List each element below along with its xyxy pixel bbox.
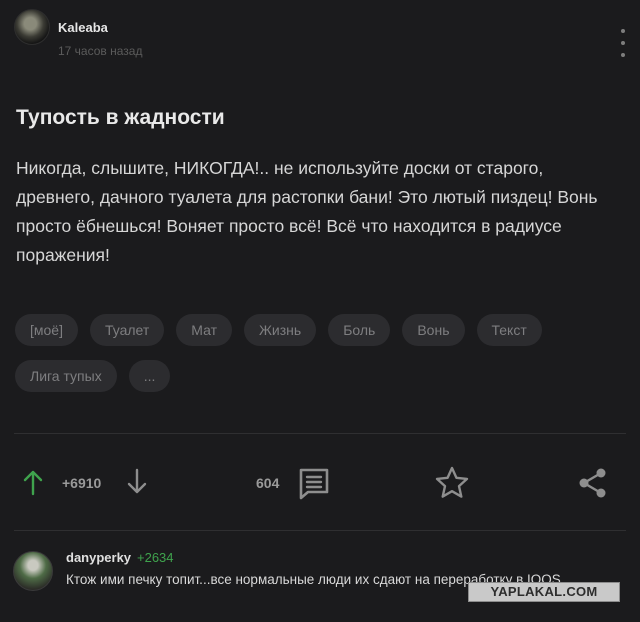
commenter-name[interactable]: danyperky <box>66 550 131 565</box>
comments-count[interactable]: 604 <box>256 475 279 491</box>
post-header: Kaleaba 17 часов назад <box>14 9 640 65</box>
tag-chip[interactable]: Жизнь <box>244 314 317 346</box>
comment-rating: +2634 <box>137 550 174 565</box>
commenter-avatar[interactable] <box>13 551 53 591</box>
post-actions: +6910 604 <box>0 462 640 502</box>
tag-chip[interactable]: Текст <box>476 314 542 346</box>
arrow-down-icon[interactable] <box>126 468 148 496</box>
arrow-up-icon[interactable] <box>22 468 44 496</box>
tag-chip[interactable]: Туалет <box>89 314 165 346</box>
divider <box>14 530 626 531</box>
star-icon[interactable] <box>434 465 470 501</box>
divider <box>14 433 626 434</box>
more-vertical-icon[interactable] <box>620 29 626 57</box>
post-rating: +6910 <box>62 475 102 491</box>
share-icon[interactable] <box>576 466 610 500</box>
tag-chip[interactable]: Лига тупых <box>15 360 117 392</box>
tag-chip[interactable]: [моё] <box>15 314 78 346</box>
tag-chip[interactable]: Боль <box>328 314 391 346</box>
author-avatar[interactable] <box>14 9 50 45</box>
tag-more-button[interactable]: ... <box>128 360 171 392</box>
tag-chip[interactable]: Вонь <box>402 314 465 346</box>
tag-list: [моё] Туалет Мат Жизнь Боль Вонь Текст Л… <box>15 314 625 392</box>
post-body: Никогда, слышите, НИКОГДА!.. не использу… <box>16 158 598 265</box>
post-title[interactable]: Тупость в жадности <box>16 106 225 130</box>
post-time: 17 часов назад <box>58 44 143 58</box>
comment-item: danyperky +2634 Ктож ими печку топит...в… <box>0 540 640 622</box>
tag-chip[interactable]: Мат <box>176 314 232 346</box>
author-name[interactable]: Kaleaba <box>58 20 108 35</box>
comment-icon[interactable] <box>297 466 331 500</box>
watermark: YAPLAKAL.COM <box>468 582 620 602</box>
